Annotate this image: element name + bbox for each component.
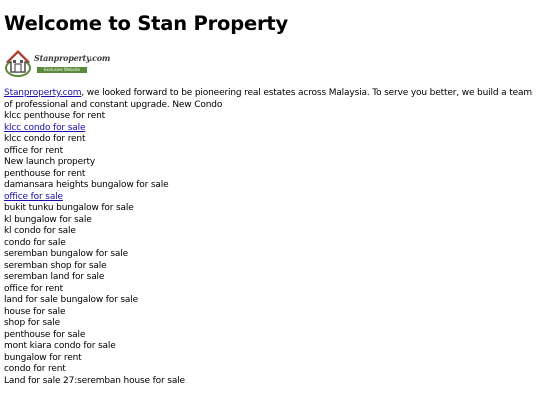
- property-text: bukit tunku bungalow for sale: [4, 203, 134, 213]
- intro-text: , we looked forward to be pioneering rea…: [4, 88, 532, 110]
- logo-tagline: Exclusive Website: [37, 67, 87, 73]
- property-text: seremban bungalow for sale: [4, 249, 128, 259]
- property-text: kl bungalow for sale: [4, 214, 92, 225]
- property-text: klcc penthouse for rent: [4, 111, 106, 121]
- property-text: damansara heights bungalow for sale: [4, 180, 169, 190]
- property-text: condo for sale: [4, 237, 66, 248]
- property-text: New launch property: [4, 157, 96, 167]
- main-content: Stanproperty.com, we looked forward to b…: [4, 88, 536, 387]
- property-text: klcc condo for rent: [4, 134, 86, 144]
- property-list: klcc penthouse for rent klcc condo for sa…: [4, 111, 536, 387]
- property-text: shop for sale: [4, 318, 61, 328]
- property-text: mont kiara condo for sale: [4, 341, 116, 351]
- page-title: Welcome to Stan Property: [4, 12, 289, 35]
- property-link[interactable]: klcc condo for sale: [4, 123, 536, 135]
- site-logo[interactable]: Stanproperty.com Exclusive Website: [4, 48, 110, 78]
- property-text: land for sale bungalow for sale: [4, 295, 139, 305]
- property-text: office for rent: [4, 145, 63, 156]
- property-text: house for sale: [4, 306, 66, 317]
- property-text: office for rent: [4, 283, 63, 294]
- property-text: penthouse for rent: [4, 168, 86, 179]
- property-link[interactable]: office for sale: [4, 192, 536, 204]
- property-text: seremban shop for sale: [4, 260, 107, 271]
- property-text: Land for sale 27:seremban house for sale: [4, 375, 185, 386]
- property-text: seremban land for sale: [4, 272, 105, 282]
- property-text: kl condo for sale: [4, 226, 76, 236]
- logo-text: Stanproperty.com: [34, 53, 111, 63]
- intro-paragraph: Stanproperty.com, we looked forward to b…: [4, 88, 536, 111]
- property-text: condo for rent: [4, 364, 66, 374]
- house-logo-icon: [5, 50, 31, 77]
- stanproperty-link[interactable]: Stanproperty.com: [4, 88, 82, 98]
- property-text: bungalow for rent: [4, 352, 82, 363]
- property-text: penthouse for sale: [4, 329, 86, 340]
